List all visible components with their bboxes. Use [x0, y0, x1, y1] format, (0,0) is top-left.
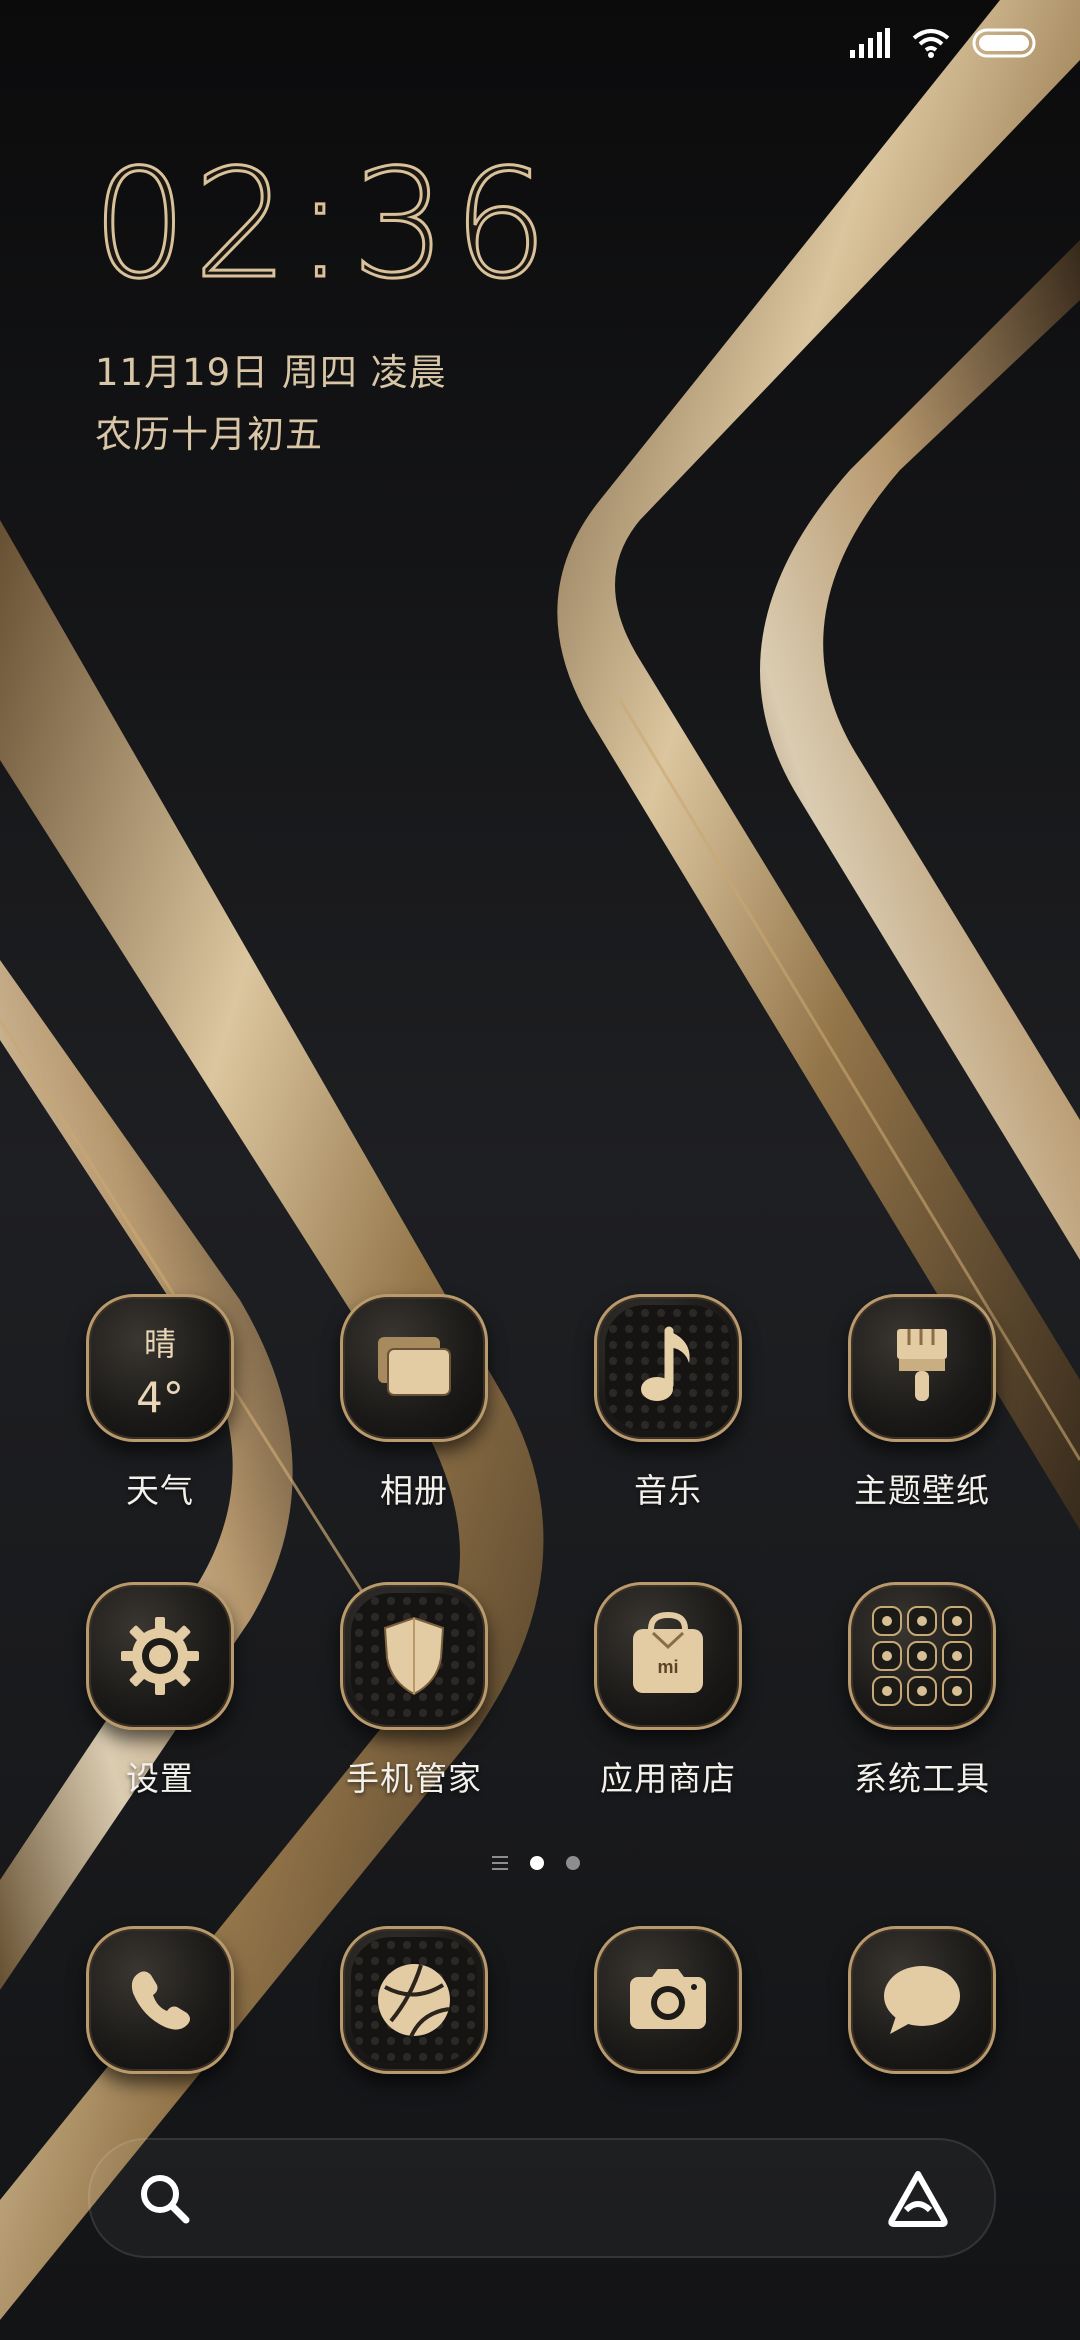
search-icon[interactable]: [138, 2172, 192, 2226]
app-music[interactable]: 音乐: [573, 1294, 763, 1512]
page-dot[interactable]: [566, 1856, 580, 1870]
page-menu-icon[interactable]: [492, 1856, 508, 1870]
app-label: 设置: [126, 1759, 194, 1798]
app-label: 天气: [126, 1471, 194, 1510]
music-note-icon[interactable]: [594, 1294, 742, 1442]
page-indicator[interactable]: [492, 1856, 580, 1870]
app-label: 音乐: [634, 1471, 702, 1510]
gear-icon[interactable]: [86, 1582, 234, 1730]
cellular-signal-icon: [850, 28, 890, 58]
shield-icon[interactable]: [340, 1582, 488, 1730]
app-system-tools-folder[interactable]: 系统工具: [827, 1582, 1017, 1800]
dock-messages[interactable]: [827, 1926, 1017, 2074]
app-settings[interactable]: 设置: [65, 1582, 255, 1800]
app-label: 主题壁纸: [854, 1471, 990, 1510]
search-bar[interactable]: [88, 2138, 996, 2258]
gallery-icon[interactable]: [340, 1294, 488, 1442]
dock-phone[interactable]: [65, 1926, 255, 2074]
app-security[interactable]: 手机管家: [319, 1582, 509, 1800]
camera-icon[interactable]: [594, 1926, 742, 2074]
browser-globe-icon[interactable]: [340, 1926, 488, 2074]
app-label: 应用商店: [600, 1759, 736, 1798]
phone-icon[interactable]: [86, 1926, 234, 2074]
app-themes[interactable]: 主题壁纸: [827, 1294, 1017, 1512]
dock-browser[interactable]: [319, 1926, 509, 2074]
assistant-a-icon[interactable]: [886, 2168, 950, 2228]
folder-grid-icon[interactable]: [848, 1582, 996, 1730]
dock-camera[interactable]: [573, 1926, 763, 2074]
battery-icon: [972, 28, 1036, 58]
paintbrush-icon[interactable]: [848, 1294, 996, 1442]
status-bar: [850, 28, 1038, 58]
weather-temperature: 4°: [136, 1373, 184, 1422]
app-store[interactable]: mi 应用商店: [573, 1582, 763, 1800]
weather-icon[interactable]: 晴 4°: [86, 1294, 234, 1442]
wifi-icon: [912, 29, 950, 58]
app-gallery[interactable]: 相册: [319, 1294, 509, 1512]
app-label: 相册: [380, 1471, 448, 1510]
store-bag-icon[interactable]: mi: [594, 1582, 742, 1730]
page-dot-active[interactable]: [530, 1856, 544, 1870]
app-weather[interactable]: 晴 4° 天气: [65, 1294, 255, 1512]
clock-time[interactable]: 02:36: [90, 149, 554, 302]
date-text[interactable]: 11月19日 周四 凌晨: [95, 342, 447, 396]
message-bubble-icon[interactable]: [848, 1926, 996, 2074]
weather-condition: 晴: [143, 1325, 176, 1363]
lunar-date-text: 农历十月初五: [95, 413, 323, 456]
app-label: 手机管家: [346, 1759, 482, 1798]
app-label: 系统工具: [854, 1759, 990, 1798]
store-badge-text: mi: [657, 1657, 678, 1677]
